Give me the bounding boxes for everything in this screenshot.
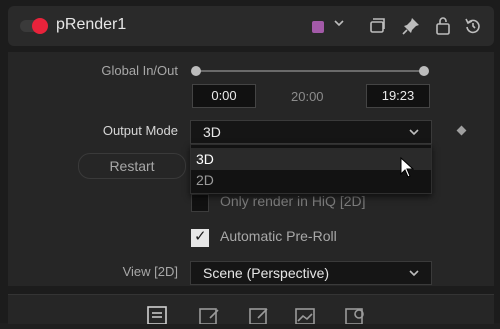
toggle-knob <box>32 18 48 34</box>
output-mode-value: 3D <box>203 124 221 140</box>
output-mode-dropdown: 3D 2D <box>190 144 432 194</box>
preroll-checkbox[interactable]: ✓ <box>191 228 209 247</box>
global-out-handle[interactable] <box>419 66 429 76</box>
global-inout-slider[interactable] <box>196 70 424 72</box>
pin-icon[interactable] <box>400 15 422 37</box>
chevron-down-icon[interactable] <box>332 16 346 33</box>
controls-tab-icon[interactable] <box>146 305 168 325</box>
render-tab-icon[interactable] <box>248 305 270 325</box>
output-mode-select[interactable]: 3D <box>190 120 432 144</box>
option-label: 3D <box>196 151 214 167</box>
dropdown-option-2d[interactable]: 2D <box>191 169 431 191</box>
inspector-tabs <box>8 294 494 325</box>
preroll-label: Automatic Pre-Roll <box>220 228 337 244</box>
global-mid-time: 20:00 <box>291 89 324 104</box>
global-out-field[interactable]: 19:23 <box>366 84 430 108</box>
color-swatch[interactable] <box>312 21 324 33</box>
settings-tab-icon[interactable] <box>344 305 366 325</box>
node-title: pRender1 <box>56 16 127 33</box>
option-label: 2D <box>196 172 214 188</box>
hiq-checkbox[interactable] <box>191 194 209 212</box>
scene-tab-icon[interactable] <box>198 305 220 325</box>
hiq-label: Only render in HiQ [2D] <box>220 193 366 209</box>
view-label: View [2D] <box>122 264 178 279</box>
checkmark-icon: ✓ <box>194 228 207 245</box>
node-header: pRender1 <box>8 6 494 46</box>
view-select[interactable]: Scene (Perspective) <box>190 261 432 285</box>
node-enable-toggle[interactable] <box>20 17 48 35</box>
restart-button[interactable]: Restart <box>78 153 186 179</box>
global-in-field[interactable]: 0:00 <box>192 84 256 108</box>
output-mode-label: Output Mode <box>102 123 178 138</box>
lock-icon[interactable] <box>432 15 454 37</box>
view-value: Scene (Perspective) <box>203 265 330 281</box>
mouse-cursor-icon <box>400 156 415 179</box>
duplicate-icon[interactable] <box>366 15 388 37</box>
chevron-down-icon <box>407 122 421 145</box>
dropdown-option-3d[interactable]: 3D <box>191 148 431 170</box>
global-inout-label: Global In/Out <box>101 63 178 78</box>
inspector-panel: pRender1 Global In/Out 0:00 20:00 19:23 … <box>0 0 500 325</box>
chevron-down-icon <box>407 263 421 286</box>
reset-icon[interactable] <box>462 15 484 37</box>
global-in-handle[interactable] <box>191 66 201 76</box>
image-tab-icon[interactable] <box>294 305 316 325</box>
